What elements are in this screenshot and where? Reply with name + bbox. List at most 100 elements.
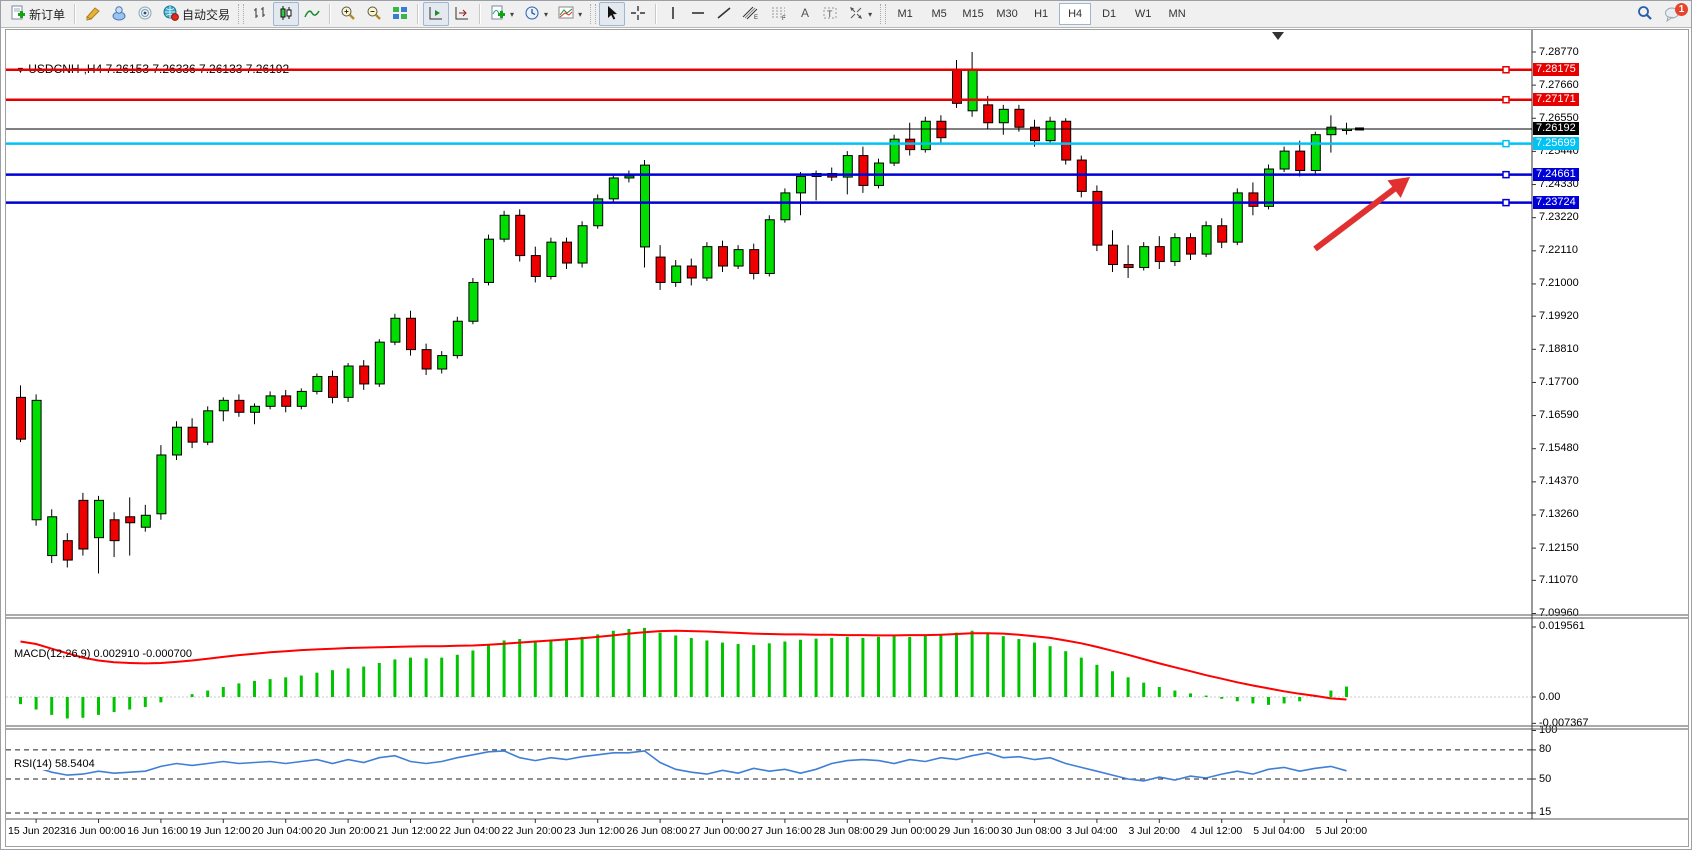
- time-tick-label: 26 Jun 08:00: [627, 825, 688, 837]
- rsi-axis-label: 15: [1539, 806, 1551, 818]
- candle-up: [313, 376, 322, 391]
- chart-window[interactable]: ▼ USDCNH-,H4 7.26153 7.26336 7.26133 7.2…: [5, 29, 1689, 847]
- time-tick-label: 30 Jun 08:00: [1001, 825, 1062, 837]
- candle-up: [999, 109, 1008, 122]
- bar-chart-button[interactable]: [247, 2, 273, 26]
- vertical-line-icon: [666, 5, 680, 24]
- candle-down: [1249, 193, 1258, 206]
- candle-up: [1046, 121, 1055, 140]
- arrows-button[interactable]: ▾: [843, 2, 877, 26]
- candle-up: [609, 178, 618, 199]
- candle-up: [594, 199, 603, 226]
- periods-button[interactable]: ▾: [519, 2, 553, 26]
- indicators-button[interactable]: ▾: [485, 2, 519, 26]
- candlestick-chart-button[interactable]: [273, 2, 299, 26]
- price-level-badge: 7.28175: [1533, 63, 1579, 76]
- candle-up: [812, 173, 821, 176]
- zoom-in-icon: [340, 5, 356, 24]
- candle-up: [500, 215, 509, 239]
- candle-up: [266, 396, 275, 406]
- candle-down: [828, 173, 837, 177]
- zoom-out-button[interactable]: [361, 2, 387, 26]
- timeframe-m15[interactable]: M15: [957, 3, 989, 25]
- arrows-icon: [848, 5, 864, 24]
- timeframe-mn[interactable]: MN: [1161, 3, 1193, 25]
- collapse-triangle-icon[interactable]: ▼: [16, 65, 25, 75]
- candle-up: [1327, 127, 1336, 134]
- macd-axis-label: 0.00: [1539, 691, 1560, 703]
- candle-up: [921, 121, 930, 149]
- candle-up: [578, 226, 587, 263]
- macd-axis-label: 0.019561: [1539, 620, 1585, 632]
- time-tick-label: 4 Jul 12:00: [1191, 825, 1242, 837]
- cursor-arrow-icon: [604, 5, 620, 24]
- timeframe-d1[interactable]: D1: [1093, 3, 1125, 25]
- zoom-in-button[interactable]: [335, 2, 361, 26]
- candle-up: [797, 176, 806, 192]
- text-button[interactable]: A: [793, 2, 817, 26]
- templates-button[interactable]: ▾: [553, 2, 587, 26]
- price-tick-label: 7.12150: [1539, 542, 1579, 554]
- macd-signal-line: [21, 631, 1347, 700]
- auto-scroll-button[interactable]: [423, 2, 449, 26]
- time-tick-label: 19 Jun 12:00: [190, 825, 251, 837]
- speaker-icon: [137, 5, 153, 24]
- candle-up: [48, 517, 57, 556]
- channel-icon: E: [742, 5, 760, 24]
- styler-button[interactable]: [80, 2, 106, 26]
- timeframe-m1[interactable]: M1: [889, 3, 921, 25]
- candle-down: [1124, 265, 1133, 268]
- timeframe-h4[interactable]: H4: [1059, 3, 1091, 25]
- crosshair-icon: [630, 5, 646, 24]
- timeframe-m30[interactable]: M30: [991, 3, 1023, 25]
- current-bar-tick: [1355, 127, 1364, 130]
- candle-up: [1233, 193, 1242, 242]
- trendline-button[interactable]: [711, 2, 737, 26]
- horizontal-line-icon: [690, 5, 706, 24]
- chart-shift-marker: [1272, 32, 1284, 40]
- candle-down: [953, 69, 962, 103]
- autotrading-label: 自动交易: [182, 6, 230, 23]
- horizontal-line-button[interactable]: [685, 2, 711, 26]
- profile-button[interactable]: [106, 2, 132, 26]
- price-tick-label: 7.16590: [1539, 409, 1579, 421]
- candle-up: [672, 266, 681, 282]
- time-tick-label: 27 Jun 00:00: [689, 825, 750, 837]
- autotrading-button[interactable]: 自动交易: [158, 2, 235, 26]
- line-chart-button[interactable]: [299, 2, 325, 26]
- tile-windows-button[interactable]: [387, 2, 413, 26]
- line-handle: [1503, 67, 1509, 73]
- indicators-icon: [490, 5, 506, 24]
- trend-arrow-annotation: [1315, 183, 1402, 249]
- line-handle: [1503, 172, 1509, 178]
- text-label-button[interactable]: T: [817, 2, 843, 26]
- cursor-button[interactable]: [599, 2, 625, 26]
- chart-shift-button[interactable]: [449, 2, 475, 26]
- candle-down: [235, 400, 244, 412]
- vertical-line-button[interactable]: [661, 2, 685, 26]
- time-tick-label: 29 Jun 16:00: [939, 825, 1000, 837]
- timeframe-m5[interactable]: M5: [923, 3, 955, 25]
- search-button[interactable]: [1631, 2, 1659, 26]
- main-toolbar: 新订单 自动交易 ▾ ▾ ▾ E F A T ▾: [1, 1, 1692, 28]
- candle-up: [1280, 151, 1289, 169]
- price-tick-label: 7.21000: [1539, 277, 1579, 289]
- channel-button[interactable]: E: [737, 2, 765, 26]
- candle-down: [563, 242, 572, 263]
- new-order-button[interactable]: 新订单: [5, 2, 70, 26]
- chart-canvas[interactable]: [6, 30, 1688, 846]
- candle-down: [906, 139, 915, 149]
- candle-down: [63, 541, 72, 560]
- timeframe-w1[interactable]: W1: [1127, 3, 1159, 25]
- candle-up: [1311, 135, 1320, 171]
- candle-down: [687, 266, 696, 278]
- timeframe-h1[interactable]: H1: [1025, 3, 1057, 25]
- crosshair-button[interactable]: [625, 2, 651, 26]
- fibonacci-button[interactable]: F: [765, 2, 793, 26]
- candle-down: [531, 256, 540, 277]
- news-button[interactable]: [132, 2, 158, 26]
- notifications-button[interactable]: 1: [1659, 2, 1687, 26]
- candle-down: [1155, 247, 1164, 262]
- text-icon: A: [798, 5, 812, 24]
- candle-down: [188, 427, 197, 442]
